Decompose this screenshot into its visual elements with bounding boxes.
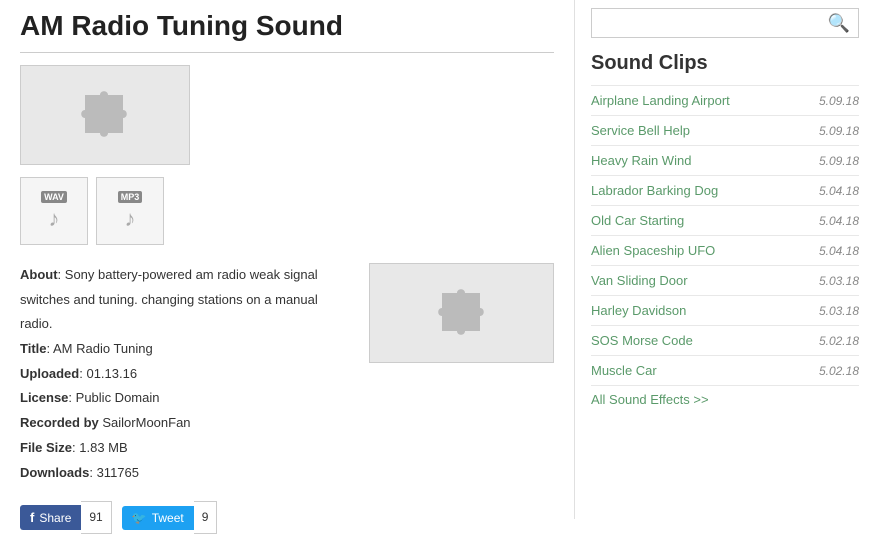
clip-date: 5.02.18 bbox=[819, 334, 859, 348]
clip-name-link[interactable]: SOS Morse Code bbox=[591, 333, 693, 348]
clip-name-link[interactable]: Service Bell Help bbox=[591, 123, 690, 138]
clip-date: 5.09.18 bbox=[819, 154, 859, 168]
clip-date: 5.03.18 bbox=[819, 274, 859, 288]
about-label: About bbox=[20, 267, 58, 282]
secondary-thumbnail bbox=[369, 263, 554, 363]
sound-clips-title: Sound Clips bbox=[591, 52, 859, 75]
uploaded-label: Uploaded bbox=[20, 366, 79, 381]
clip-date: 5.03.18 bbox=[819, 304, 859, 318]
all-effects-link[interactable]: All Sound Effects >> bbox=[591, 392, 859, 407]
clip-date: 5.09.18 bbox=[819, 124, 859, 138]
recorded-label: Recorded by bbox=[20, 415, 99, 430]
main-thumb-puzzle bbox=[75, 85, 135, 145]
downloads-label: Downloads bbox=[20, 465, 89, 480]
clip-name-link[interactable]: Heavy Rain Wind bbox=[591, 153, 691, 168]
wav-file-thumb[interactable]: WAV ♪ bbox=[20, 177, 88, 245]
clip-date: 5.02.18 bbox=[819, 364, 859, 378]
clip-date: 5.04.18 bbox=[819, 214, 859, 228]
social-buttons: f Share 91 🐦 Tweet 9 bbox=[20, 501, 349, 534]
mp3-file-thumb[interactable]: MP3 ♪ bbox=[96, 177, 164, 245]
clip-name-link[interactable]: Van Sliding Door bbox=[591, 273, 688, 288]
list-item: Service Bell Help 5.09.18 bbox=[591, 115, 859, 145]
search-button[interactable]: 🔍 bbox=[820, 9, 858, 38]
sidebar: 🔍 Sound Clips Airplane Landing Airport 5.… bbox=[575, 0, 875, 519]
list-item: Van Sliding Door 5.03.18 bbox=[591, 265, 859, 295]
facebook-share-button[interactable]: f Share bbox=[20, 505, 81, 530]
list-item: Harley Davidson 5.03.18 bbox=[591, 295, 859, 325]
list-item: Alien Spaceship UFO 5.04.18 bbox=[591, 235, 859, 265]
clip-date: 5.04.18 bbox=[819, 184, 859, 198]
clip-list: Airplane Landing Airport5.09.18Service B… bbox=[591, 85, 859, 386]
title-row: Title: AM Radio Tuning bbox=[20, 337, 349, 362]
search-icon: 🔍 bbox=[828, 13, 850, 33]
list-item: Muscle Car 5.02.18 bbox=[591, 355, 859, 386]
clip-name-link[interactable]: Harley Davidson bbox=[591, 303, 686, 318]
clip-name-link[interactable]: Muscle Car bbox=[591, 363, 657, 378]
list-item: Labrador Barking Dog 5.04.18 bbox=[591, 175, 859, 205]
tw-icon: 🐦 bbox=[132, 511, 147, 525]
fb-count: 91 bbox=[81, 501, 111, 534]
list-item: Old Car Starting 5.04.18 bbox=[591, 205, 859, 235]
fb-icon: f bbox=[30, 510, 34, 525]
clip-name-link[interactable]: Old Car Starting bbox=[591, 213, 684, 228]
filesize-value: 1.83 MB bbox=[79, 440, 127, 455]
about-row: About: Sony battery-powered am radio wea… bbox=[20, 263, 349, 337]
recorded-value: SailorMoonFan bbox=[102, 415, 190, 430]
clip-name-link[interactable]: Airplane Landing Airport bbox=[591, 93, 730, 108]
metadata-block: About: Sony battery-powered am radio wea… bbox=[20, 263, 349, 534]
downloads-value: 311765 bbox=[97, 465, 139, 480]
twitter-tweet-button[interactable]: 🐦 Tweet bbox=[122, 506, 194, 530]
secondary-thumb-puzzle bbox=[432, 283, 492, 343]
list-item: SOS Morse Code 5.02.18 bbox=[591, 325, 859, 355]
search-bar: 🔍 bbox=[591, 8, 859, 38]
list-item: Airplane Landing Airport 5.09.18 bbox=[591, 85, 859, 115]
license-value: Public Domain bbox=[76, 390, 160, 405]
list-item: Heavy Rain Wind 5.09.18 bbox=[591, 145, 859, 175]
tw-label: Tweet bbox=[152, 511, 184, 525]
filesize-label: File Size bbox=[20, 440, 72, 455]
license-label: License bbox=[20, 390, 68, 405]
tw-count: 9 bbox=[194, 501, 218, 534]
mp3-music-icon: ♪ bbox=[125, 206, 136, 232]
clip-date: 5.09.18 bbox=[819, 94, 859, 108]
about-text: Sony battery-powered am radio weak signa… bbox=[20, 267, 318, 331]
page-title: AM Radio Tuning Sound bbox=[20, 10, 554, 53]
title-value: AM Radio Tuning bbox=[53, 341, 153, 356]
content-row: About: Sony battery-powered am radio wea… bbox=[20, 263, 554, 534]
uploaded-value: 01.13.16 bbox=[86, 366, 137, 381]
uploaded-row: Uploaded: 01.13.16 bbox=[20, 362, 349, 387]
fb-label: Share bbox=[39, 511, 71, 525]
main-content: AM Radio Tuning Sound .thumbnail-main { … bbox=[0, 0, 575, 519]
wav-label: WAV bbox=[41, 191, 67, 203]
main-thumbnail bbox=[20, 65, 190, 165]
clip-date: 5.04.18 bbox=[819, 244, 859, 258]
title-label: Title bbox=[20, 341, 47, 356]
mp3-label: MP3 bbox=[118, 191, 143, 203]
license-row: License: Public Domain bbox=[20, 386, 349, 411]
downloads-row: Downloads: 311765 bbox=[20, 461, 349, 486]
wav-music-icon: ♪ bbox=[49, 206, 60, 232]
file-format-list: WAV ♪ MP3 ♪ bbox=[20, 177, 554, 245]
clip-name-link[interactable]: Labrador Barking Dog bbox=[591, 183, 718, 198]
filesize-row: File Size: 1.83 MB bbox=[20, 436, 349, 461]
search-input[interactable] bbox=[592, 12, 820, 35]
recorded-row: Recorded by SailorMoonFan bbox=[20, 411, 349, 436]
clip-name-link[interactable]: Alien Spaceship UFO bbox=[591, 243, 715, 258]
